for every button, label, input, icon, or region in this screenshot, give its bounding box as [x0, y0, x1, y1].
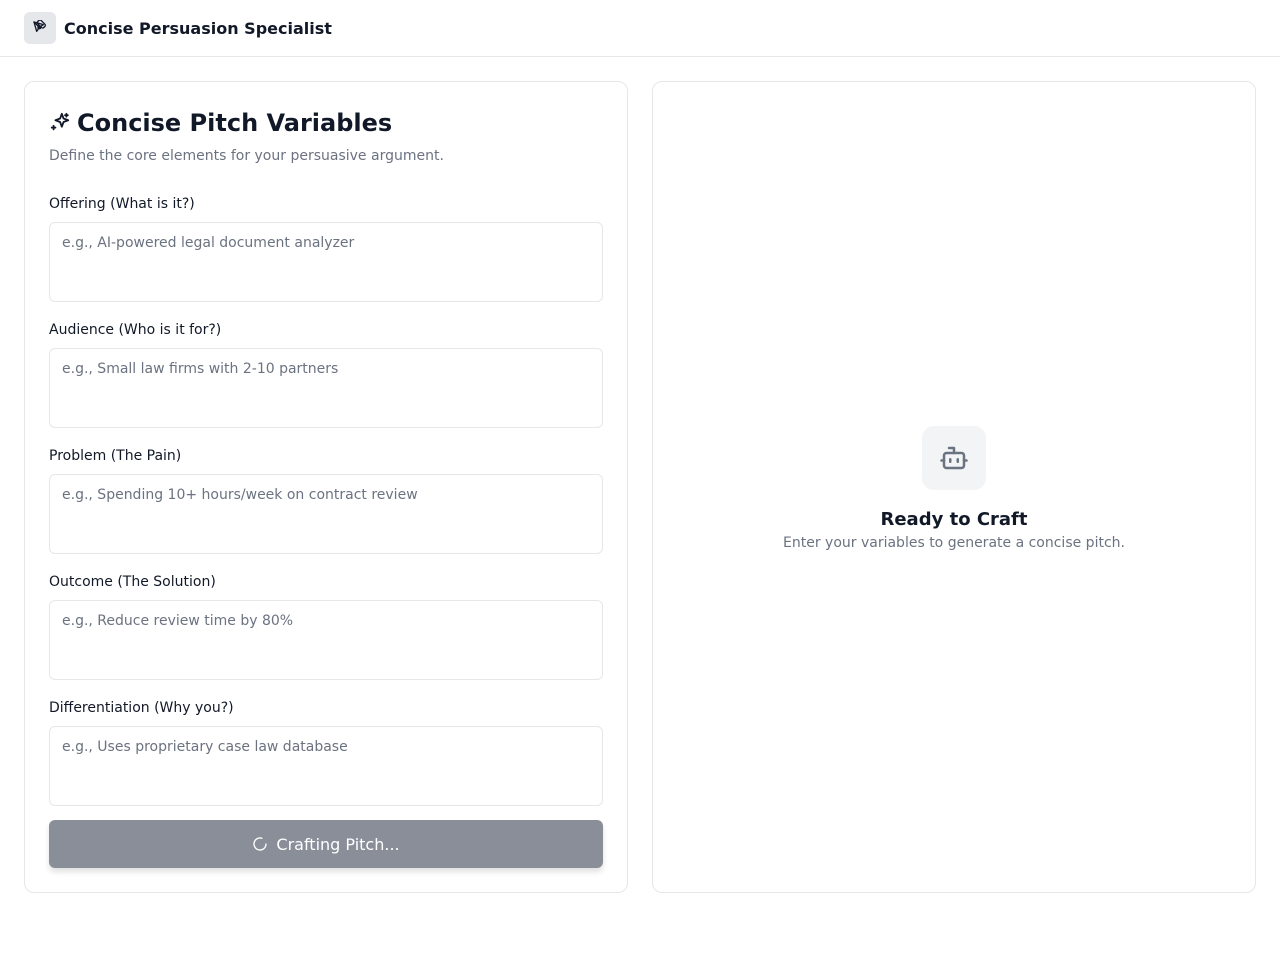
audience-field: Audience (Who is it for?) — [49, 320, 603, 428]
differentiation-input[interactable] — [49, 726, 603, 806]
differentiation-field: Differentiation (Why you?) — [49, 698, 603, 806]
form-title-row: Concise Pitch Variables — [49, 107, 603, 139]
problem-label: Problem (The Pain) — [49, 448, 182, 464]
sparkles-icon — [50, 112, 70, 131]
pitch-variables-card: Concise Pitch Variables Define the core … — [24, 81, 628, 893]
outcome-input[interactable] — [49, 600, 603, 680]
outcome-field: Outcome (The Solution) — [49, 572, 603, 680]
form-title: Concise Pitch Variables — [77, 109, 393, 137]
audience-input[interactable] — [49, 348, 603, 428]
top-bar: Concise Persuasion Specialist — [0, 0, 1280, 57]
output-empty-title: Ready to Craft — [880, 508, 1028, 530]
problem-field: Problem (The Pain) — [49, 446, 603, 554]
app-logo — [24, 12, 56, 44]
differentiation-label: Differentiation (Why you?) — [49, 700, 234, 716]
bot-icon-box — [922, 425, 986, 490]
craft-pitch-button[interactable]: Crafting Pitch... — [49, 820, 603, 868]
craft-pitch-button-label: Crafting Pitch... — [276, 834, 400, 854]
outcome-label: Outcome (The Solution) — [49, 574, 216, 590]
bot-icon — [940, 446, 968, 469]
offering-field: Offering (What is it?) — [49, 194, 603, 302]
form-subtitle: Define the core elements for your persua… — [49, 148, 444, 164]
offering-label: Offering (What is it?) — [49, 196, 195, 212]
pen-tool-icon — [33, 20, 46, 32]
loader-spinner-icon — [253, 837, 268, 851]
problem-input[interactable] — [49, 474, 603, 554]
offering-input[interactable] — [49, 222, 603, 302]
pitch-output-card: Ready to Craft Enter your variables to g… — [652, 81, 1256, 893]
main-content: Concise Pitch Variables Define the core … — [24, 81, 1256, 893]
app-title: Concise Persuasion Specialist — [64, 18, 332, 38]
output-empty-subtitle: Enter your variables to generate a conci… — [783, 534, 1125, 551]
audience-label: Audience (Who is it for?) — [49, 322, 222, 338]
